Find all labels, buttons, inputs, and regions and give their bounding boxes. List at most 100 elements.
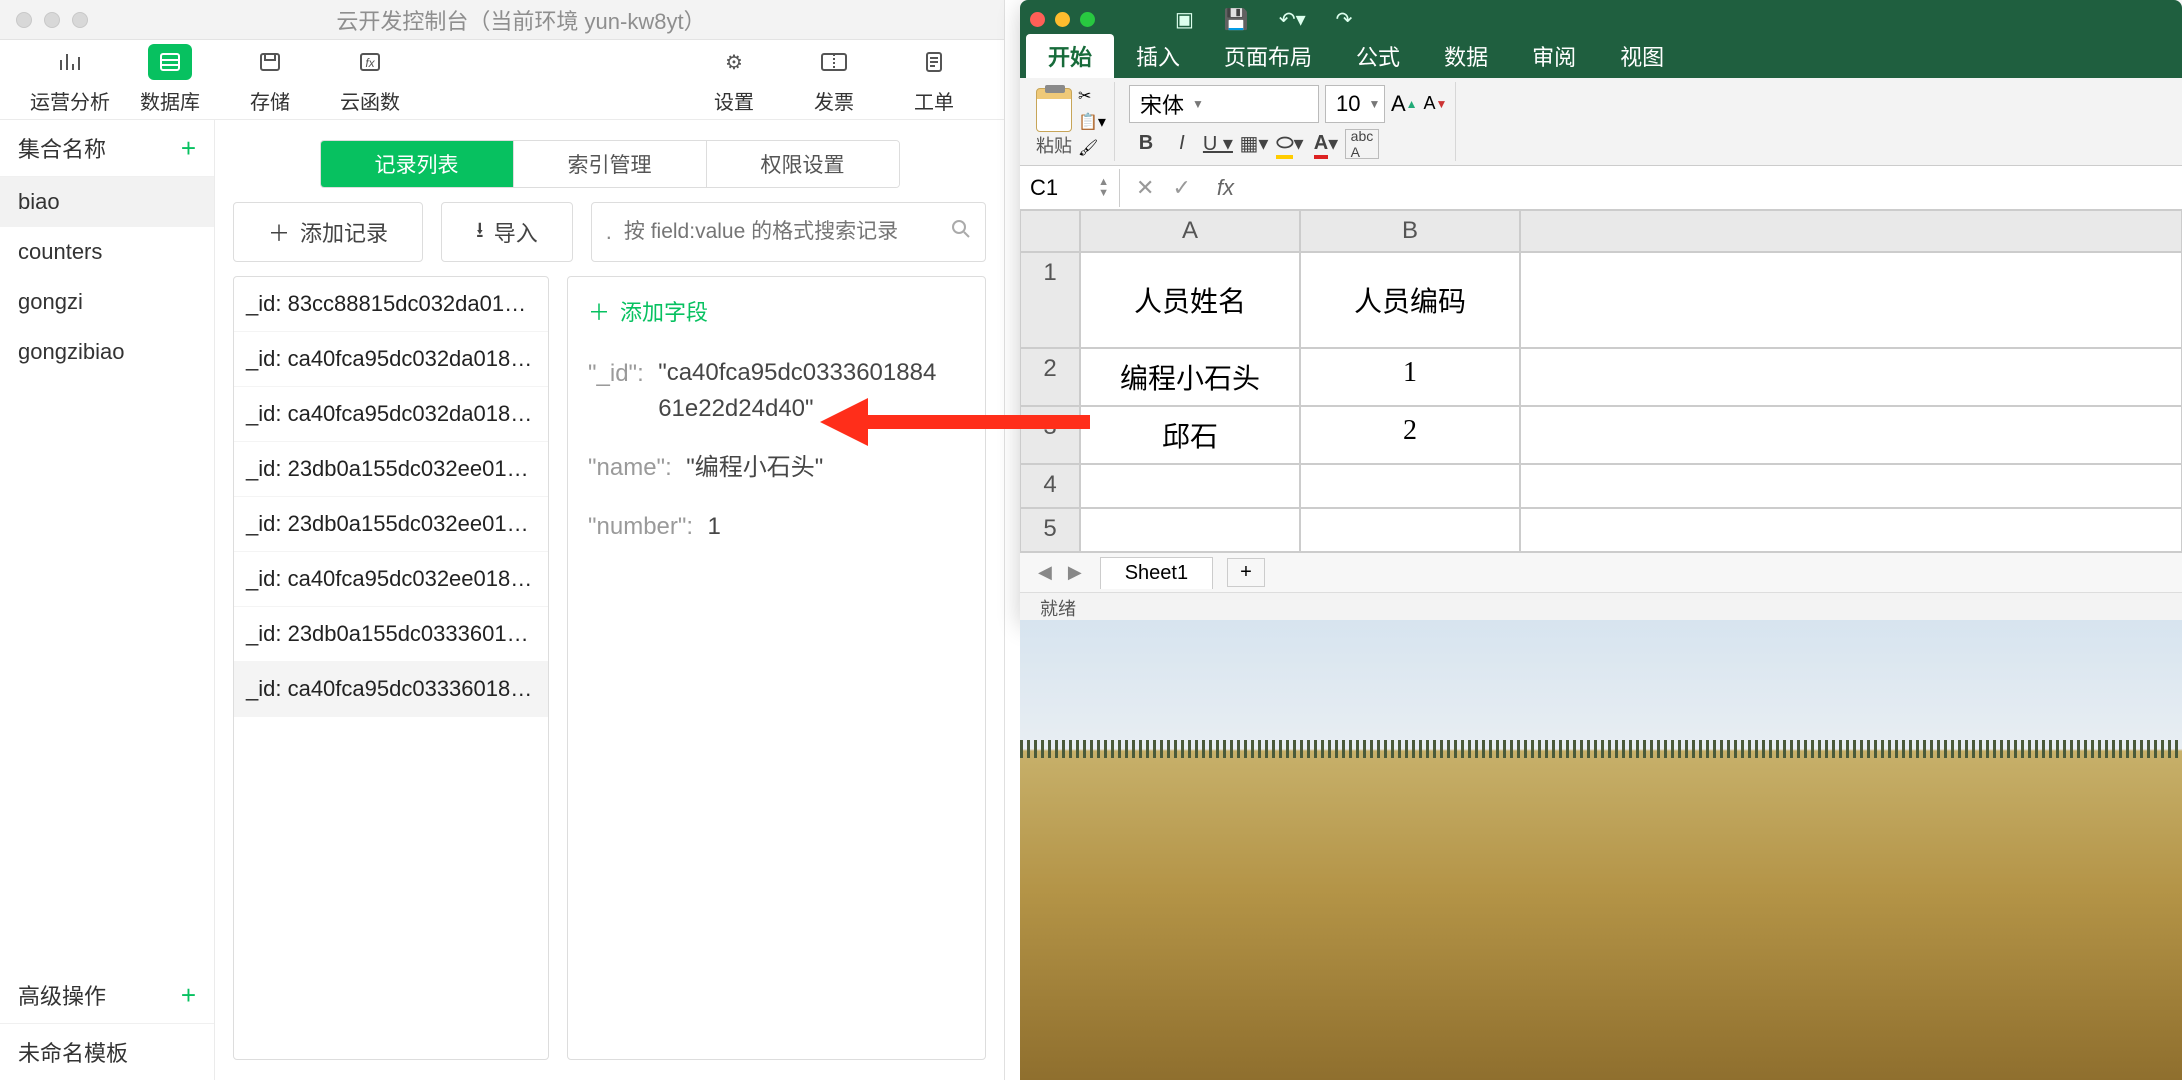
row-header-5[interactable]: 5 [1020, 508, 1080, 552]
row-header-3[interactable]: 3 [1020, 406, 1080, 464]
chevron-down-icon: ▼ [1192, 97, 1204, 111]
namebox-stepper[interactable]: ▲▼ [1098, 177, 1109, 199]
cell-C3[interactable] [1520, 406, 2182, 464]
save-icon[interactable]: 💾 [1224, 7, 1249, 32]
field-number[interactable]: "number": 1 [588, 508, 965, 545]
ribbon-tab-layout[interactable]: 页面布局 [1202, 34, 1334, 78]
plus-icon: ＋ [588, 295, 610, 327]
traffic-max[interactable] [72, 12, 88, 28]
col-header-C[interactable] [1520, 210, 2182, 252]
ribbon-tab-view[interactable]: 视图 [1598, 34, 1686, 78]
cut-icon[interactable]: ✂ [1078, 86, 1106, 106]
cell-B4[interactable] [1300, 464, 1520, 508]
add-record-button[interactable]: ＋添加记录 [233, 202, 423, 262]
cell-B1[interactable]: 人员编码 [1300, 252, 1520, 348]
sheet-nav-next[interactable]: ▶ [1060, 562, 1090, 583]
collection-item-gongzi[interactable]: gongzi [0, 277, 214, 327]
toolbar-settings[interactable]: ⚙ 设置 [684, 44, 784, 115]
record-row[interactable]: _id: 23db0a155dc033360184b8f... [234, 607, 548, 662]
ribbon-tab-review[interactable]: 审阅 [1510, 34, 1598, 78]
copy-icon[interactable]: 📋▾ [1078, 112, 1106, 132]
phonetic-button[interactable]: abcA [1345, 129, 1379, 159]
import-button[interactable]: ⭳导入 [441, 202, 573, 262]
format-painter-icon[interactable]: 🖌 [1078, 138, 1106, 158]
confirm-icon[interactable]: ✓ [1172, 175, 1190, 201]
traffic-min[interactable] [44, 12, 60, 28]
cell-A1[interactable]: 人员姓名 [1080, 252, 1300, 348]
bold-button[interactable]: B [1129, 129, 1163, 159]
traffic-close[interactable] [1030, 12, 1045, 27]
toolbar-database[interactable]: 数据库 [120, 44, 220, 115]
cell-C5[interactable] [1520, 508, 2182, 552]
cell-A5[interactable] [1080, 508, 1300, 552]
collection-item-counters[interactable]: counters [0, 227, 214, 277]
tab-permission[interactable]: 权限设置 [707, 141, 899, 187]
border-button[interactable]: ▦▾ [1237, 129, 1271, 159]
col-header-B[interactable]: B [1300, 210, 1520, 252]
sheet-nav-prev[interactable]: ◀ [1030, 562, 1060, 583]
cell-C1[interactable] [1520, 252, 2182, 348]
sheet-tab[interactable]: Sheet1 [1100, 557, 1213, 589]
toolbar-analytics[interactable]: 运营分析 [20, 44, 120, 115]
font-select[interactable]: 宋体▼ [1129, 85, 1319, 123]
italic-button[interactable]: I [1165, 129, 1199, 159]
cell-A2[interactable]: 编程小石头 [1080, 348, 1300, 406]
shrink-font-button[interactable]: A▼ [1424, 85, 1448, 123]
fill-color-button[interactable]: ⬭▾ [1273, 129, 1307, 159]
template-item[interactable]: 未命名模板 [0, 1024, 214, 1080]
cell-C2[interactable] [1520, 348, 2182, 406]
add-sheet-button[interactable]: + [1227, 558, 1265, 587]
tab-index[interactable]: 索引管理 [514, 141, 707, 187]
tab-records[interactable]: 记录列表 [321, 141, 514, 187]
toolbar-storage[interactable]: 存储 [220, 44, 320, 115]
record-row[interactable]: _id: ca40fca95dc032da018813a... [234, 332, 548, 387]
record-row[interactable]: _id: 23db0a155dc032ee0184912... [234, 442, 548, 497]
ribbon-tab-formula[interactable]: 公式 [1334, 34, 1422, 78]
collection-item-biao[interactable]: biao [0, 177, 214, 227]
record-row[interactable]: _id: ca40fca95dc032da018813a... [234, 387, 548, 442]
search-icon[interactable] [951, 219, 971, 245]
underline-button[interactable]: U ▾ [1201, 129, 1235, 159]
grow-font-button[interactable]: A▲ [1391, 85, 1418, 123]
cell-A4[interactable] [1080, 464, 1300, 508]
row-header-4[interactable]: 4 [1020, 464, 1080, 508]
row-header-1[interactable]: 1 [1020, 252, 1080, 348]
name-box[interactable]: C1 ▲▼ [1020, 169, 1120, 207]
cell-A3[interactable]: 邱石 [1080, 406, 1300, 464]
home-icon[interactable]: ▣ [1175, 7, 1194, 32]
traffic-max[interactable] [1080, 12, 1095, 27]
undo-icon[interactable]: ↶▾ [1279, 7, 1306, 32]
record-row[interactable]: _id: 83cc88815dc032da018808... [234, 277, 548, 332]
paste-icon[interactable] [1036, 88, 1072, 132]
search-box[interactable]: . [591, 202, 986, 262]
ribbon-tab-data[interactable]: 数据 [1422, 34, 1510, 78]
ribbon-tab-home[interactable]: 开始 [1026, 34, 1114, 78]
cancel-icon[interactable]: ✕ [1136, 175, 1154, 201]
toolbar-functions[interactable]: fx 云函数 [320, 44, 420, 115]
record-row[interactable]: _id: ca40fca95dc033360188461... [234, 662, 548, 717]
ribbon-tab-insert[interactable]: 插入 [1114, 34, 1202, 78]
font-color-button[interactable]: A▾ [1309, 129, 1343, 159]
record-row[interactable]: _id: 23db0a155dc032ee0184912... [234, 497, 548, 552]
redo-icon[interactable]: ↷ [1336, 7, 1353, 32]
cell-B2[interactable]: 1 [1300, 348, 1520, 406]
row-header-2[interactable]: 2 [1020, 348, 1080, 406]
traffic-close[interactable] [16, 12, 32, 28]
add-advanced-icon[interactable]: + [181, 980, 196, 1011]
select-all-corner[interactable] [1020, 210, 1080, 252]
traffic-min[interactable] [1055, 12, 1070, 27]
font-size-select[interactable]: 10▼ [1325, 85, 1385, 123]
cell-B3[interactable]: 2 [1300, 406, 1520, 464]
cell-B5[interactable] [1300, 508, 1520, 552]
add-collection-icon[interactable]: + [181, 133, 196, 164]
collection-item-gongzibiao[interactable]: gongzibiao [0, 327, 214, 377]
toolbar-ticket[interactable]: 工单 [884, 44, 984, 115]
cell-C4[interactable] [1520, 464, 2182, 508]
add-field-button[interactable]: ＋添加字段 [588, 295, 965, 327]
record-row[interactable]: _id: ca40fca95dc032ee01881e3... [234, 552, 548, 607]
field-id[interactable]: "_id": "ca40fca95dc033360188461e22d24d40… [588, 355, 965, 427]
toolbar-invoice[interactable]: 发票 [784, 44, 884, 115]
col-header-A[interactable]: A [1080, 210, 1300, 252]
field-name[interactable]: "name": "编程小石头" [588, 449, 965, 486]
search-input[interactable] [618, 210, 951, 254]
